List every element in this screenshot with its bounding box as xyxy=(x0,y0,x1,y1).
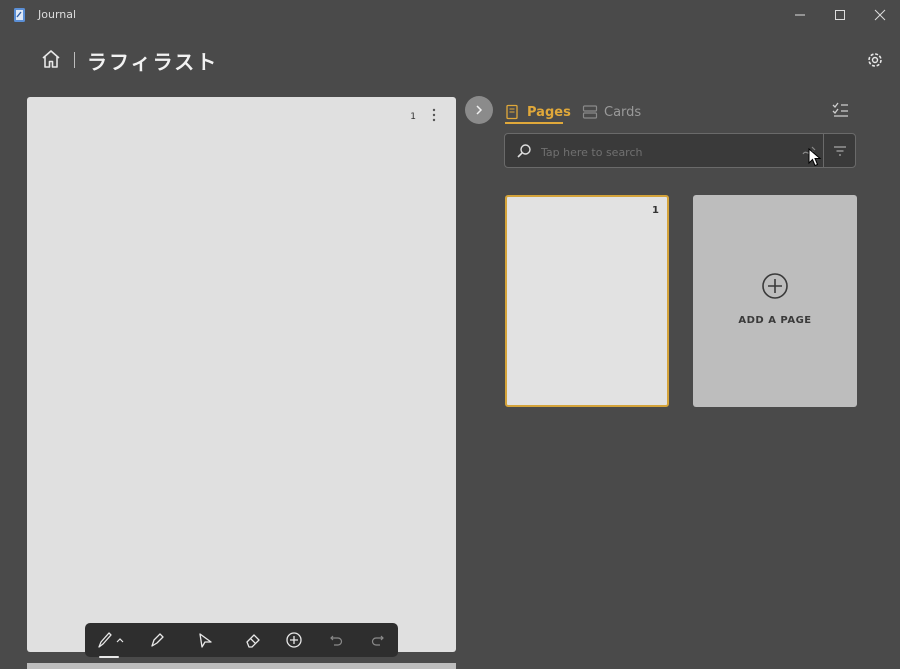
minimize-button[interactable] xyxy=(785,4,815,26)
add-circle-icon xyxy=(762,273,788,299)
window-title: Journal xyxy=(38,8,77,21)
insert-tool-button[interactable] xyxy=(280,628,308,652)
canvas-page[interactable]: 1 xyxy=(27,97,456,652)
collapse-panel-button[interactable] xyxy=(465,96,493,124)
add-page-button[interactable]: ADD A PAGE xyxy=(693,195,857,407)
active-tool-indicator xyxy=(99,656,119,658)
eraser-tool-button[interactable] xyxy=(239,628,267,652)
pages-icon xyxy=(506,104,518,120)
tab-cards-label: Cards xyxy=(604,104,642,120)
search-input[interactable] xyxy=(539,141,793,163)
more-options-icon[interactable] xyxy=(428,107,440,123)
tab-pages[interactable]: Pages xyxy=(505,100,571,124)
highlighter-tool-button[interactable] xyxy=(143,628,171,652)
pen-tool-button[interactable] xyxy=(93,628,129,658)
tab-pages-label: Pages xyxy=(527,104,571,120)
filter-icon[interactable] xyxy=(831,143,849,159)
search-box xyxy=(504,133,856,168)
search-divider xyxy=(823,134,824,167)
ink-toolbar xyxy=(85,623,398,658)
next-page-edge xyxy=(27,663,456,669)
maximize-button[interactable] xyxy=(825,4,855,26)
mouse-cursor-icon xyxy=(808,148,822,167)
page-thumbnail[interactable]: 1 xyxy=(505,195,669,407)
notebook-title[interactable]: ラフィラスト xyxy=(87,46,218,75)
sort-options-icon[interactable] xyxy=(830,101,850,119)
app-header: ラフィラスト xyxy=(0,40,900,80)
redo-icon xyxy=(371,635,384,646)
highlighter-icon xyxy=(151,633,164,647)
ink-select-tool-button[interactable] xyxy=(191,628,219,652)
search-icon xyxy=(517,144,531,158)
redo-button[interactable] xyxy=(364,628,392,652)
home-icon[interactable] xyxy=(40,48,62,70)
chevron-right-icon xyxy=(476,105,483,115)
tab-cards[interactable]: Cards xyxy=(582,100,641,124)
header-divider xyxy=(74,52,75,68)
page-thumbnail-number: 1 xyxy=(652,205,659,216)
pen-icon xyxy=(98,632,124,648)
minimize-icon xyxy=(795,14,805,16)
close-button[interactable] xyxy=(865,4,895,26)
active-tab-underline xyxy=(505,122,563,124)
insert-icon xyxy=(286,632,302,648)
cards-icon xyxy=(582,105,598,119)
maximize-icon xyxy=(835,10,845,20)
add-page-label: ADD A PAGE xyxy=(738,315,812,326)
undo-button[interactable] xyxy=(322,628,350,652)
settings-gear-icon[interactable] xyxy=(865,50,885,70)
page-number-label: 1 xyxy=(410,112,416,122)
title-bar: Journal xyxy=(0,0,900,30)
journal-app-icon xyxy=(14,8,25,22)
ink-select-icon xyxy=(199,633,212,648)
close-icon xyxy=(874,9,886,21)
eraser-icon xyxy=(246,634,260,648)
undo-icon xyxy=(330,635,343,646)
